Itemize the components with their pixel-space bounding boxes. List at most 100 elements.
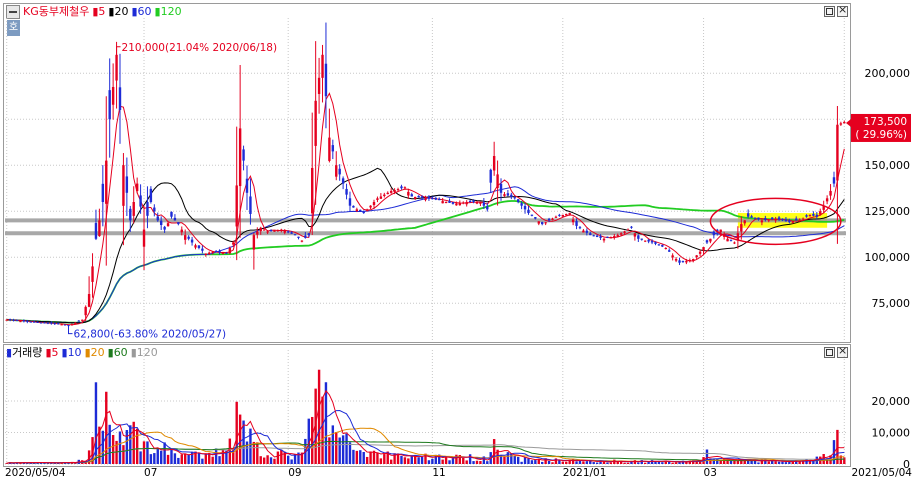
candle-body: [163, 226, 166, 230]
volume-bar: [146, 441, 149, 464]
candle-body: [252, 235, 256, 250]
candle-body: [657, 244, 661, 246]
candle-body: [527, 209, 530, 214]
candle-body: [400, 186, 403, 189]
candle-body: [407, 191, 410, 196]
high-marker: [116, 46, 121, 55]
volume-bar: [736, 460, 740, 464]
candle-body: [84, 306, 87, 316]
candle-body: [297, 236, 300, 238]
candle-body: [791, 221, 794, 223]
volume-bar: [444, 457, 448, 464]
volume-bar: [513, 455, 516, 464]
volume-bar: [585, 461, 589, 464]
candle-body: [197, 245, 201, 248]
candle-body: [585, 230, 589, 233]
candle-body: [201, 248, 204, 251]
candle-body: [376, 198, 379, 200]
candle-body: [784, 219, 788, 222]
candle-body: [451, 202, 455, 204]
volume-bar: [153, 453, 156, 464]
volume-bar: [499, 455, 503, 464]
volume-bar: [750, 460, 753, 464]
candle-body: [441, 201, 444, 204]
volume-bar: [523, 457, 527, 464]
candle-body: [94, 223, 98, 239]
candle-body: [623, 231, 626, 233]
candle-body: [338, 168, 341, 175]
volume-bar: [407, 458, 410, 464]
candle-body: [733, 242, 736, 244]
candle-body: [235, 185, 238, 227]
volume-bar: [674, 462, 678, 464]
volume-bar: [269, 457, 273, 464]
volume-bar: [177, 457, 180, 464]
volume-bar: [743, 460, 746, 464]
candle-body: [204, 253, 208, 255]
candle-body: [22, 320, 26, 322]
volume-bar: [273, 458, 276, 464]
volume-bar: [129, 425, 132, 464]
volume-bar: [479, 461, 482, 464]
candle-body: [743, 220, 746, 224]
candle-body: [70, 324, 74, 326]
volume-bar: [280, 449, 283, 464]
candle-body: [331, 145, 335, 152]
candle-body: [434, 197, 437, 200]
candle-body: [702, 247, 705, 251]
candle-body: [424, 198, 427, 201]
volume-bar: [427, 460, 431, 464]
vma5-line: [6, 389, 845, 464]
ma20-line: [6, 167, 845, 324]
candle-body: [740, 224, 743, 232]
volume-bar: [293, 454, 297, 464]
volume-bar: [108, 424, 111, 464]
candle-body: [661, 244, 664, 247]
candle-body: [293, 234, 297, 236]
candle-body: [808, 214, 812, 217]
chart-canvas: 75,000100,000125,000150,000175,000200,00…: [5, 18, 912, 479]
x-axis-tick: 2020/05/04: [5, 467, 66, 479]
candle-body: [273, 230, 276, 232]
volume-bar: [74, 463, 77, 464]
candle-body: [781, 219, 784, 221]
candle-body: [290, 232, 293, 234]
candle-body: [184, 235, 187, 240]
volume-bar: [317, 369, 321, 464]
candle-body: [29, 321, 32, 323]
candle-body: [836, 124, 839, 181]
candle-body: [547, 218, 551, 221]
candle-body: [53, 323, 56, 325]
candle-body: [692, 259, 695, 261]
candle-body: [812, 213, 815, 216]
candle-body: [159, 220, 163, 225]
volume-bar: [661, 462, 664, 464]
volume-bar: [448, 460, 451, 464]
candle-body: [712, 231, 716, 236]
candle-body: [146, 202, 149, 216]
candle-body: [499, 183, 503, 193]
candle-body: [269, 229, 273, 231]
candle-body: [777, 217, 781, 220]
candle-body: [276, 230, 280, 232]
candle-body: [101, 183, 105, 202]
candle-body: [774, 218, 777, 221]
volume-bar: [843, 457, 846, 464]
candle-body: [187, 236, 190, 239]
candle-body: [843, 121, 846, 124]
volume-bar: [537, 459, 540, 464]
candle-body: [750, 216, 753, 218]
candle-body: [341, 178, 345, 184]
candle-body: [228, 248, 232, 254]
candle-body: [208, 252, 211, 254]
candle-body: [221, 253, 225, 255]
candle-body: [262, 229, 266, 231]
candle-body: [431, 197, 434, 200]
candle-body: [438, 198, 441, 201]
candle-body: [630, 226, 633, 228]
volume-bar: [180, 454, 183, 464]
candle-body: [788, 220, 791, 223]
volume-bar: [286, 455, 290, 464]
candle-body: [753, 217, 757, 219]
candle-body: [125, 176, 129, 193]
